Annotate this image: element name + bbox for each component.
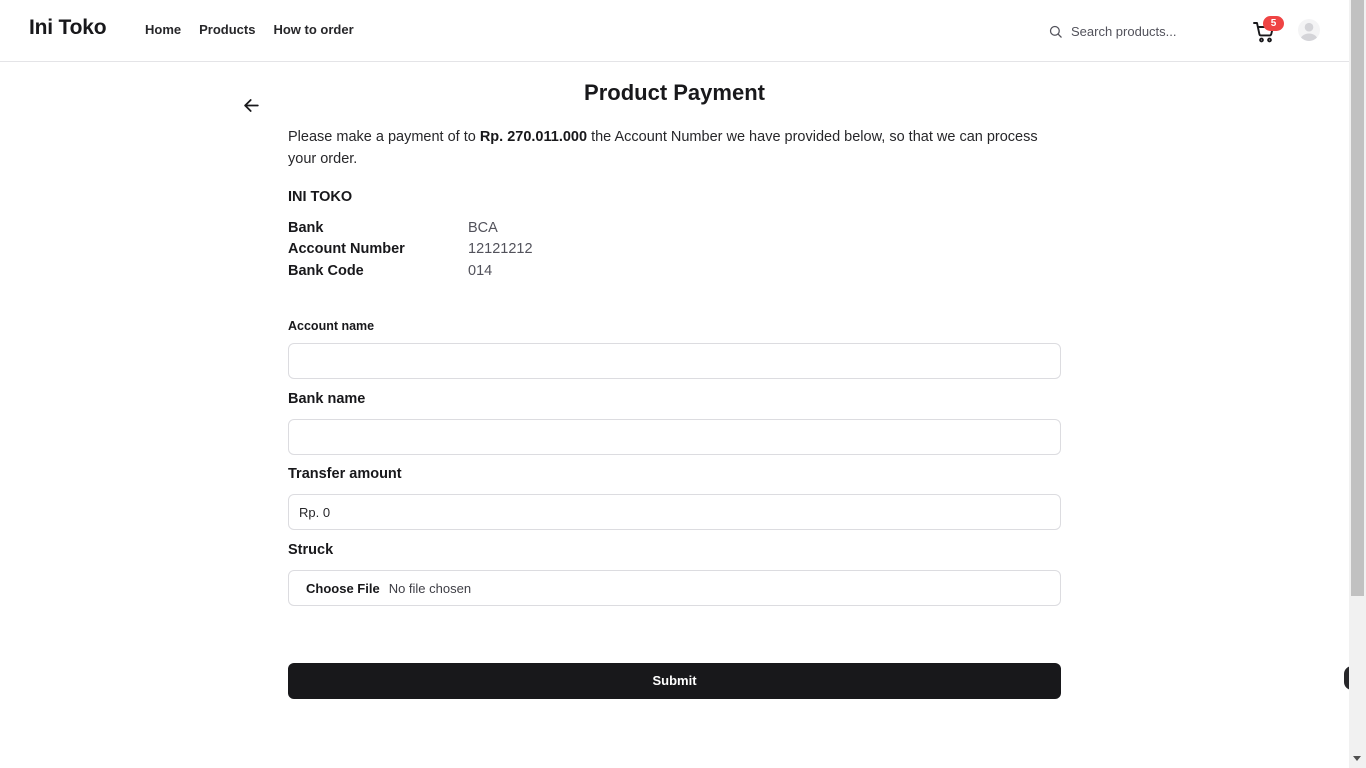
payment-instruction: Please make a payment of to Rp. 270.011.… xyxy=(288,126,1068,170)
info-label: Bank Code xyxy=(288,262,364,279)
info-label: Account Number xyxy=(288,241,405,258)
bank-account-info: Bank BCA Account Number 12121212 Bank Co… xyxy=(288,217,533,282)
info-value: 12121212 xyxy=(468,241,533,258)
search-input[interactable] xyxy=(1071,23,1221,39)
bank-name-label: Bank name xyxy=(288,391,366,407)
bank-name-field xyxy=(288,419,1061,455)
nav-home[interactable]: Home xyxy=(145,22,181,37)
choose-file-button[interactable]: Choose File xyxy=(306,581,380,596)
page-title: Product Payment xyxy=(584,80,765,105)
info-row-bank: Bank BCA xyxy=(288,217,533,239)
arrow-left-icon[interactable] xyxy=(242,96,261,115)
top-navbar: Ini Toko Home Products How to order 5 xyxy=(0,0,1349,62)
account-name-input[interactable] xyxy=(289,344,1060,378)
search-bar xyxy=(1048,18,1228,44)
file-status: No file chosen xyxy=(388,580,472,596)
main-nav: Home Products How to order xyxy=(145,22,354,37)
transfer-amount-input[interactable] xyxy=(289,495,1060,529)
account-name-label: Account name xyxy=(288,319,375,333)
info-row-account-number: Account Number 12121212 xyxy=(288,239,533,261)
info-value: 014 xyxy=(468,262,493,279)
nav-how-to-order[interactable]: How to order xyxy=(273,22,353,37)
transfer-amount-field xyxy=(288,494,1061,530)
info-value: BCA xyxy=(468,219,498,236)
brand-logo[interactable]: Ini Toko xyxy=(29,16,107,40)
info-row-bank-code: Bank Code 014 xyxy=(288,260,533,282)
user-avatar-icon[interactable] xyxy=(1298,19,1320,41)
payment-amount: Rp. 270.011.000 xyxy=(479,129,588,145)
account-name-field xyxy=(288,343,1061,379)
nav-products[interactable]: Products xyxy=(199,22,255,37)
bank-name-input[interactable] xyxy=(289,420,1060,454)
search-icon xyxy=(1049,25,1062,38)
store-name: INI TOKO xyxy=(288,189,353,205)
transfer-amount-label: Transfer amount xyxy=(288,466,402,482)
struck-file-input[interactable]: Choose File No file chosen xyxy=(288,570,1061,606)
submit-button[interactable]: Submit xyxy=(288,663,1061,699)
instruction-text-start: Please make a payment of to xyxy=(288,129,480,145)
scroll-down-arrow-icon[interactable] xyxy=(1353,756,1361,761)
info-label: Bank xyxy=(288,219,324,236)
page-scrollbar[interactable] xyxy=(1349,0,1366,768)
cart-count-badge: 5 xyxy=(1263,16,1284,31)
scrollbar-thumb[interactable] xyxy=(1351,0,1364,596)
struck-label: Struck xyxy=(288,542,334,558)
